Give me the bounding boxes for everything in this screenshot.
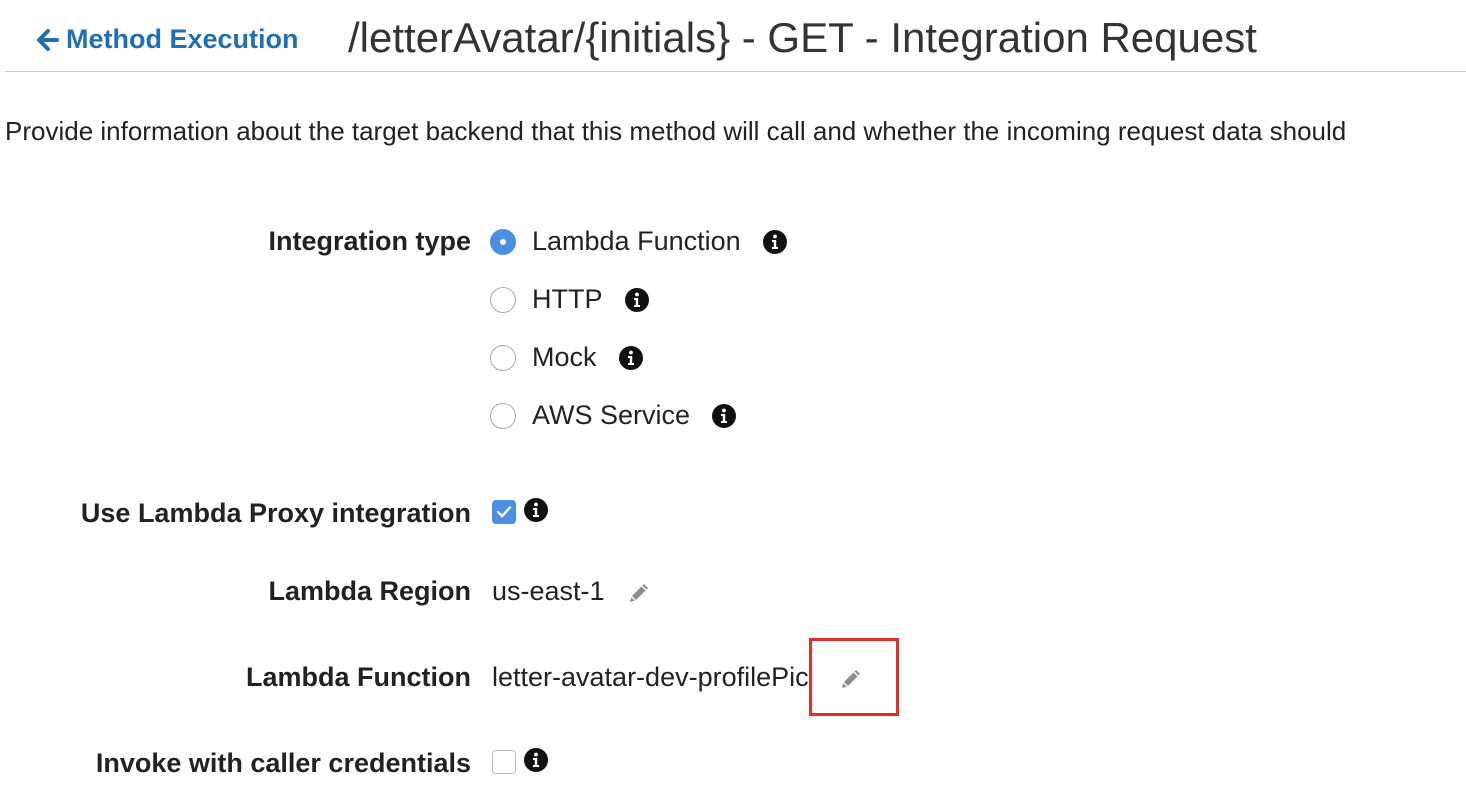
pencil-icon[interactable]	[838, 666, 864, 692]
lambda-region-value: us-east-1	[492, 576, 605, 606]
option-label: AWS Service	[532, 400, 691, 430]
pencil-icon[interactable]	[626, 580, 652, 606]
info-icon[interactable]	[762, 229, 787, 254]
radio-http[interactable]	[490, 286, 516, 313]
lambda-proxy-label: Use Lambda Proxy integration	[80, 498, 471, 528]
radio-lambda-function[interactable]	[490, 228, 516, 255]
integration-type-label: Integration type	[268, 226, 471, 256]
page-title: /letterAvatar/{initials} - GET - Integra…	[348, 14, 1257, 61]
option-label: Lambda Function	[532, 226, 741, 256]
lambda-function-value: letter-avatar-dev-profilePic	[492, 662, 809, 692]
lambda-function-label: Lambda Function	[246, 662, 471, 692]
info-icon[interactable]	[624, 287, 649, 312]
integration-request-page: Method Execution /letterAvatar/{initials…	[0, 0, 1466, 810]
integration-option-http[interactable]: HTTP	[490, 284, 649, 315]
radio-mock[interactable]	[490, 344, 516, 371]
info-icon[interactable]	[524, 498, 548, 522]
option-label: HTTP	[532, 284, 603, 314]
integration-option-lambda-function[interactable]: Lambda Function	[490, 226, 787, 257]
header-divider	[5, 71, 1466, 72]
info-icon[interactable]	[618, 345, 643, 370]
caller-credentials-checkbox[interactable]	[492, 750, 516, 774]
caller-credentials-label: Invoke with caller credentials	[95, 748, 471, 778]
info-icon[interactable]	[712, 403, 737, 428]
info-icon[interactable]	[524, 748, 548, 772]
checkmark-icon	[496, 506, 512, 518]
integration-option-mock[interactable]: Mock	[490, 342, 643, 373]
page-description: Provide information about the target bac…	[5, 116, 1347, 146]
back-to-method-execution-link[interactable]: Method Execution	[34, 24, 299, 55]
arrow-left-icon	[37, 28, 59, 51]
back-link-label[interactable]: Method Execution	[66, 24, 299, 55]
lambda-region-label: Lambda Region	[268, 576, 471, 606]
lambda-proxy-checkbox[interactable]	[492, 500, 516, 524]
radio-aws-service[interactable]	[490, 402, 516, 429]
option-label: Mock	[532, 342, 597, 372]
integration-option-aws-service[interactable]: AWS Service	[490, 400, 737, 431]
